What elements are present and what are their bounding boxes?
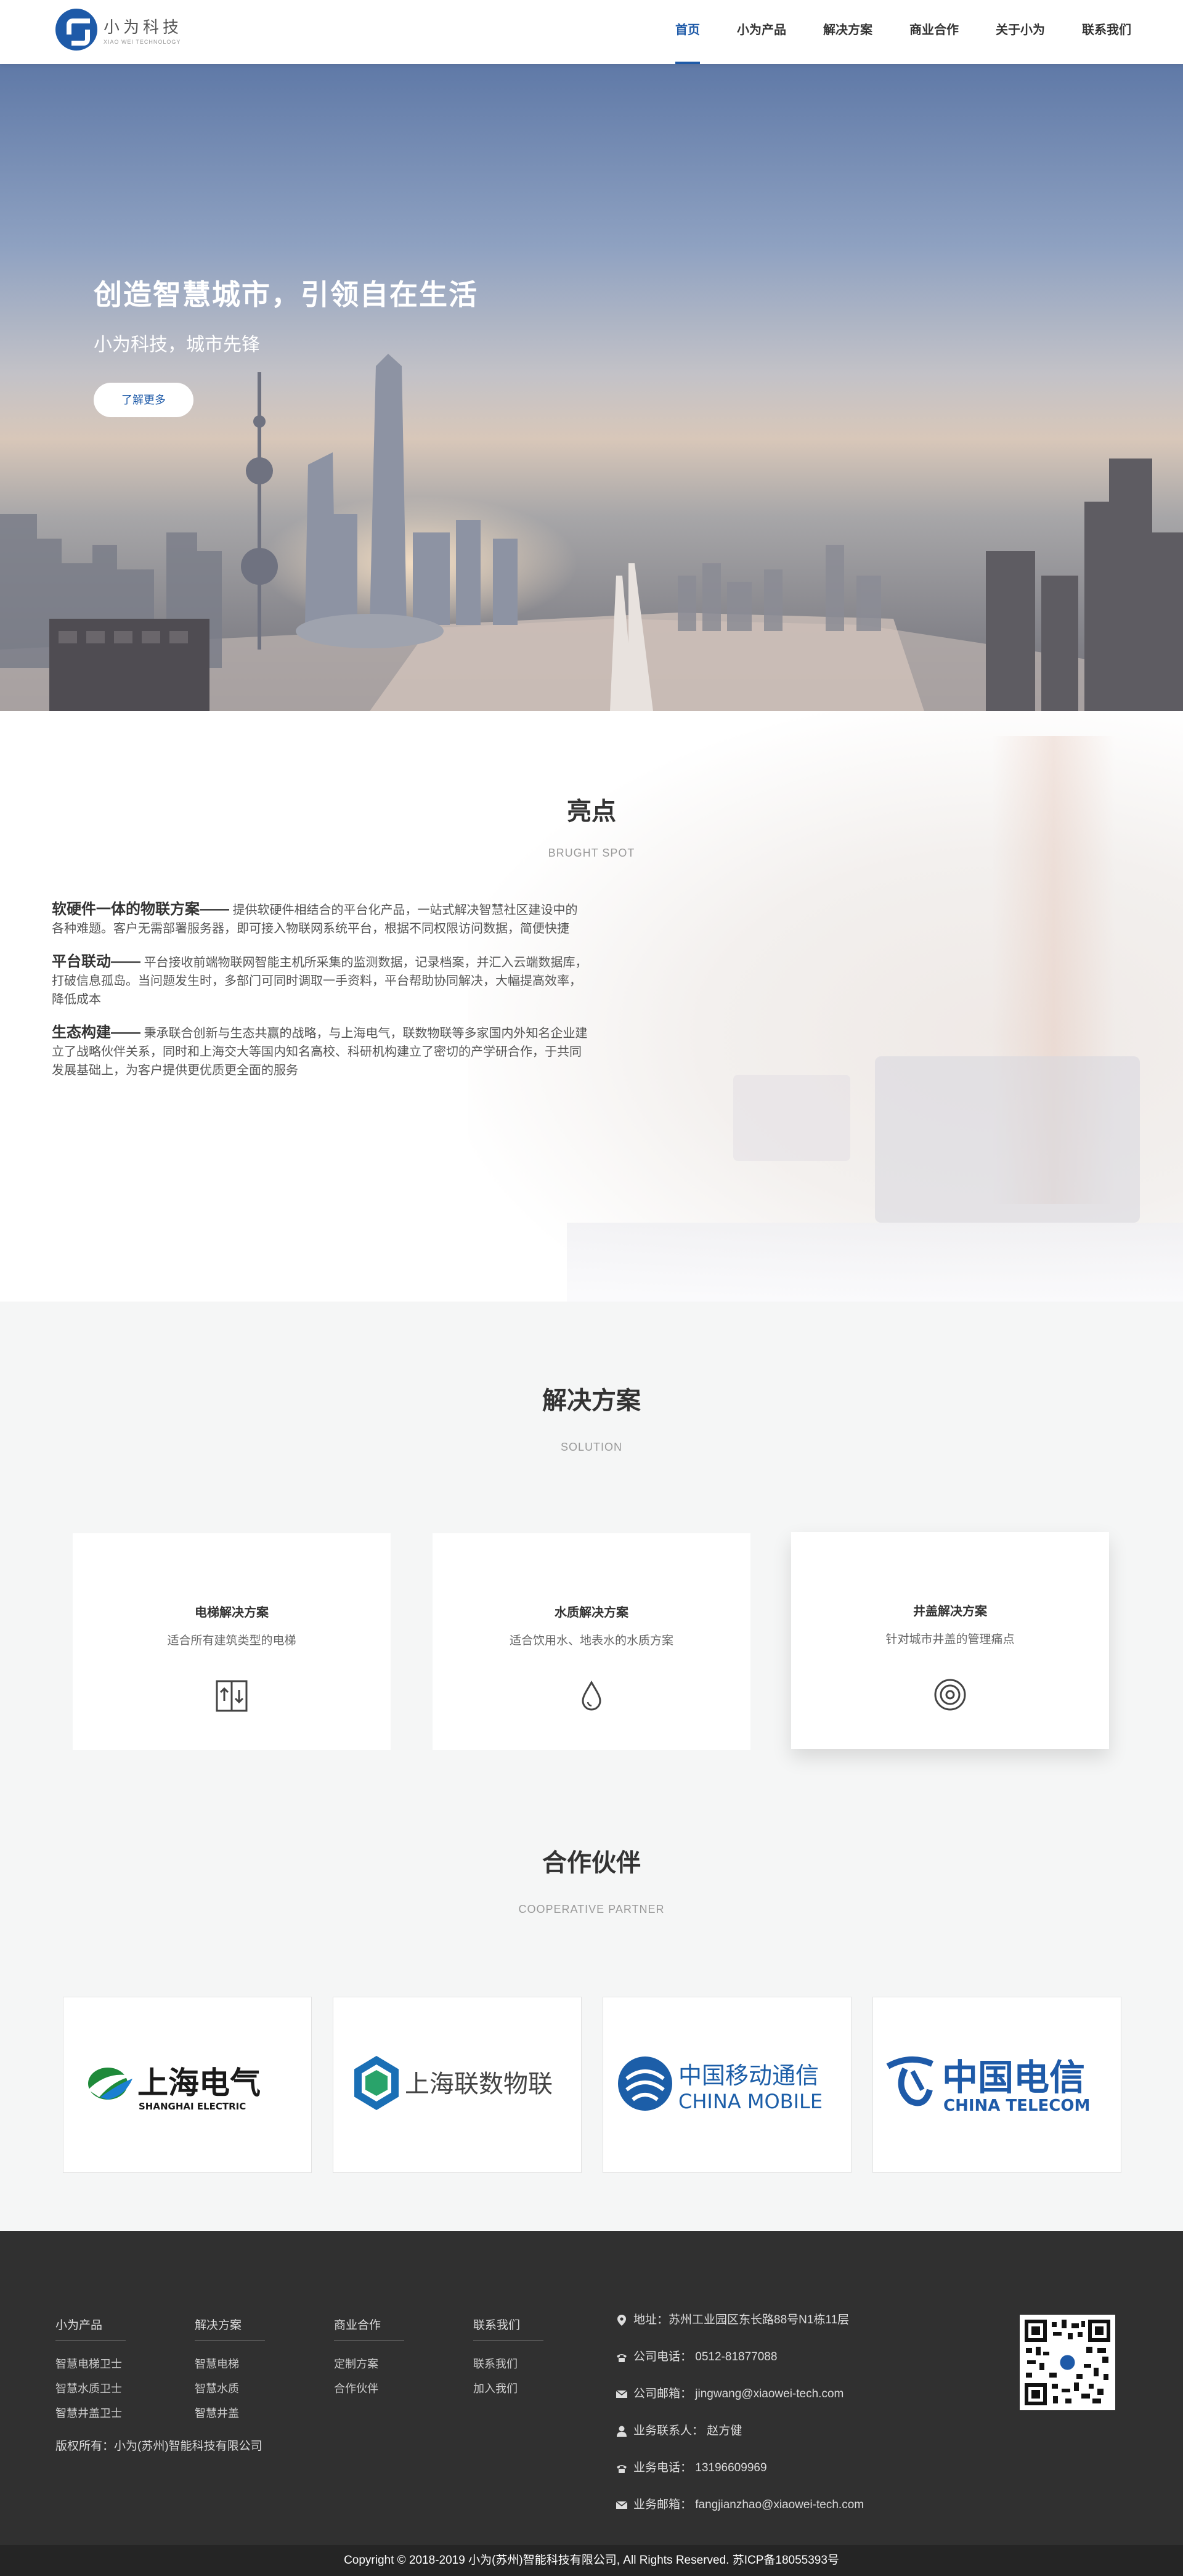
solutions-title: 解决方案 <box>542 1387 641 1414</box>
site-footer: 小为产品 智慧电梯卫士 智慧水质卫士 智慧井盖卫士 解决方案 智慧电梯 智慧水质… <box>0 2231 1183 2545</box>
footer-link[interactable]: 加入我们 <box>473 2376 543 2401</box>
footer-col-head: 解决方案 <box>195 2316 265 2341</box>
contact-row: 业务联系人： 赵方健 <box>615 2421 864 2458</box>
footer-col-products: 小为产品 智慧电梯卫士 智慧水质卫士 智慧井盖卫士 <box>55 2316 126 2426</box>
solution-card-elevator[interactable]: 电梯解决方案 适合所有建筑类型的电梯 <box>73 1533 391 1750</box>
solution-desc: 针对城市井盖的管理痛点 <box>885 1633 1015 1646</box>
partner-name: 上海电气 <box>137 2065 261 2101</box>
hero-banner: 创造智慧城市，引领自在生活 小为科技，城市先锋 了解更多 <box>0 64 1183 711</box>
footer-col-solutions: 解决方案 智慧电梯 智慧水质 智慧井盖 <box>195 2316 265 2426</box>
elevator-icon <box>216 1680 248 1712</box>
partner-english-name: CHINA TELECOM <box>943 2097 1090 2115</box>
partner-shanghai-electric[interactable]: 上海电气 SHANGHAI ELECTRIC <box>63 1997 312 2173</box>
nav-products[interactable]: 小为产品 <box>737 0 786 64</box>
contact-text: 业务电话： 13196609969 <box>633 2461 767 2474</box>
logo-mark-icon <box>55 9 97 51</box>
footer-link[interactable]: 智慧水质卫士 <box>55 2376 126 2401</box>
partner-english-name: CHINA MOBILE <box>678 2090 823 2113</box>
contact-row: 业务邮箱： fangjianzhao@xiaowei-tech.com <box>615 2495 864 2532</box>
site-header: 小为科技 XIAO WEI TECHNOLOGY 首页 小为产品 解决方案 商业… <box>0 0 1183 64</box>
water-drop-icon <box>582 1680 601 1711</box>
nav-home[interactable]: 首页 <box>675 0 700 64</box>
highlight-heading: 平台联动—— <box>52 953 140 970</box>
solution-card-manhole[interactable]: 井盖解决方案 针对城市井盖的管理痛点 <box>791 1532 1109 1749</box>
solution-desc: 适合所有建筑类型的电梯 <box>167 1634 296 1647</box>
footer-link[interactable]: 定制方案 <box>334 2352 404 2376</box>
highlight-heading: 生态构建—— <box>52 1024 140 1041</box>
footer-col-head: 商业合作 <box>334 2316 404 2341</box>
qr-code-icon <box>1020 2315 1115 2410</box>
copyright-bar: Copyright © 2018-2019 小为(苏州)智能科技有限公司, Al… <box>0 2545 1183 2576</box>
solution-desc: 适合饮用水、地表水的水质方案 <box>509 1634 673 1647</box>
contact-row: 业务电话： 13196609969 <box>615 2458 864 2495</box>
china-telecom-logo-icon: 中国电信 CHINA TELECOM <box>886 2056 1090 2115</box>
solution-name: 电梯解决方案 <box>195 1606 269 1620</box>
footer-col-contact: 联系我们 联系我们 加入我们 <box>473 2316 543 2401</box>
solution-card-water[interactable]: 水质解决方案 适合饮用水、地表水的水质方案 <box>433 1533 750 1750</box>
footer-link[interactable]: 智慧井盖 <box>195 2401 265 2426</box>
footer-col-head: 联系我们 <box>473 2316 543 2341</box>
highlights-list: 软硬件一体的物联方案—— 提供软硬件相结合的平台化产品，一站式解决智慧社区建设中… <box>52 900 588 1094</box>
contact-text: 地址：苏州工业园区东长路88号N1栋11层 <box>633 2313 850 2326</box>
highlight-heading: 软硬件一体的物联方案—— <box>52 901 229 918</box>
footer-link[interactable]: 智慧电梯 <box>195 2352 265 2376</box>
logo-name: 小为科技 <box>104 17 183 36</box>
partner-lianshu[interactable]: 上海联数物联 <box>333 1997 582 2173</box>
contact-text: 公司邮箱： jingwang@xiaowei-tech.com <box>633 2387 844 2400</box>
solution-name: 水质解决方案 <box>555 1606 628 1620</box>
shanghai-electric-logo-icon: 上海电气 SHANGHAI ELECTRIC <box>88 2065 261 2112</box>
footer-link[interactable]: 智慧井盖卫士 <box>55 2401 126 2426</box>
footer-link[interactable]: 智慧水质 <box>195 2376 265 2401</box>
nav-solutions[interactable]: 解决方案 <box>823 0 872 64</box>
nav-contact[interactable]: 联系我们 <box>1082 0 1131 64</box>
partner-name: 上海联数物联 <box>405 2070 553 2098</box>
contact-row: 地址：苏州工业园区东长路88号N1栋11层 <box>615 2310 864 2347</box>
partners-subtitle: COOPERATIVE PARTNER <box>518 1903 665 1915</box>
partner-name: 中国移动通信 <box>678 2062 819 2089</box>
lianshu-logo-icon: 上海联数物联 <box>354 2056 553 2110</box>
partners-title: 合作伙伴 <box>542 1849 641 1877</box>
partner-china-telecom[interactable]: 中国电信 CHINA TELECOM <box>872 1997 1121 2173</box>
hero-title: 创造智慧城市，引领自在生活 <box>94 279 478 311</box>
highlight-item: 生态构建—— 秉承联合创新与生态共赢的战略，与上海电气，联数物联等多家国内外知名… <box>52 1024 588 1080</box>
location-icon <box>617 2315 626 2326</box>
hero-subtitle: 小为科技，城市先锋 <box>94 335 260 355</box>
user-icon <box>617 2426 627 2437</box>
contact-info: 地址：苏州工业园区东长路88号N1栋11层 公司电话： 0512-8187708… <box>615 2310 864 2532</box>
learn-more-button[interactable]: 了解更多 <box>94 383 193 417</box>
mail-icon <box>616 2501 628 2509</box>
phone-icon <box>617 2354 627 2362</box>
footer-link[interactable]: 合作伙伴 <box>334 2376 404 2401</box>
copyright-owner: 版权所有：小为(苏州)智能科技有限公司 <box>55 2440 262 2453</box>
contact-row: 公司邮箱： jingwang@xiaowei-tech.com <box>615 2384 864 2421</box>
contact-text: 业务联系人： 赵方健 <box>633 2424 742 2437</box>
highlight-item: 软硬件一体的物联方案—— 提供软硬件相结合的平台化产品，一站式解决智慧社区建设中… <box>52 900 588 938</box>
china-mobile-logo-icon: 中国移动通信 CHINA MOBILE <box>618 2056 823 2113</box>
logo[interactable]: 小为科技 XIAO WEI TECHNOLOGY <box>55 9 182 51</box>
partner-china-mobile[interactable]: 中国移动通信 CHINA MOBILE <box>603 1997 852 2173</box>
footer-col-business: 商业合作 定制方案 合作伙伴 <box>334 2316 404 2401</box>
main-nav: 首页 小为产品 解决方案 商业合作 关于小为 联系我们 <box>638 0 1131 64</box>
highlights-subtitle: BRUGHT SPOT <box>548 847 635 859</box>
footer-col-head: 小为产品 <box>55 2316 126 2341</box>
contact-text: 业务邮箱： fangjianzhao@xiaowei-tech.com <box>633 2498 864 2511</box>
phone-icon <box>617 2465 627 2473</box>
partner-english-name: SHANGHAI ELECTRIC <box>139 2101 246 2112</box>
footer-link[interactable]: 联系我们 <box>473 2352 543 2376</box>
contact-text: 公司电话： 0512-81877088 <box>633 2350 778 2363</box>
manhole-cover-icon <box>934 1679 966 1711</box>
footer-link[interactable]: 智慧电梯卫士 <box>55 2352 126 2376</box>
solution-name: 井盖解决方案 <box>913 1605 987 1618</box>
highlights-title: 亮点 <box>567 798 616 825</box>
mail-icon <box>616 2390 628 2398</box>
solutions-subtitle: SOLUTION <box>560 1441 622 1453</box>
nav-business[interactable]: 商业合作 <box>909 0 959 64</box>
highlight-item: 平台联动—— 平台接收前端物联网智能主机所采集的监测数据，记录档案，并汇入云端数… <box>52 953 588 1009</box>
solutions-section: 解决方案 SOLUTION 电梯解决方案 适合所有建筑类型的电梯 水质解决方案 … <box>0 1302 1183 2231</box>
highlights-section: 亮点 BRUGHT SPOT 软硬件一体的物联方案—— 提供软硬件相结合的平台化… <box>0 711 1183 1302</box>
partner-name: 中国电信 <box>942 2056 1085 2098</box>
contact-row: 公司电话： 0512-81877088 <box>615 2347 864 2384</box>
logo-english-name: XIAO WEI TECHNOLOGY <box>104 38 181 45</box>
nav-about[interactable]: 关于小为 <box>996 0 1045 64</box>
